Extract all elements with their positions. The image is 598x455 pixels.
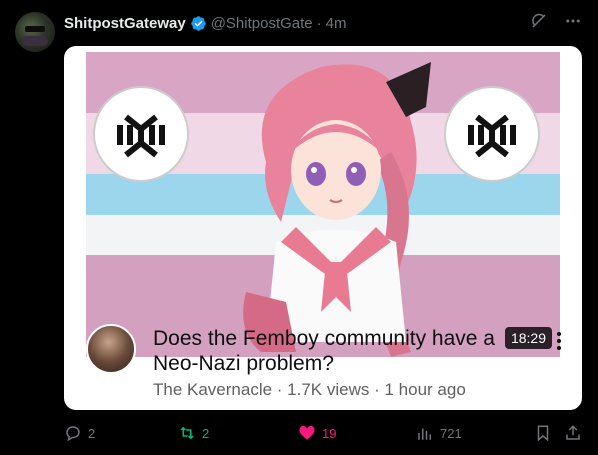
separator-dot: · [316, 14, 322, 32]
views-count: 721 [440, 425, 462, 441]
video-meta: The Kavernacle · 1.7K views · 1 hour ago [153, 380, 466, 399]
like-button[interactable]: 19 [298, 424, 336, 442]
author-avatar[interactable] [15, 12, 55, 52]
bookmark-icon [537, 425, 549, 442]
anime-character-illustration [243, 62, 431, 357]
reply-button[interactable]: 2 [64, 424, 95, 442]
more-icon[interactable] [564, 12, 582, 30]
reply-count: 2 [88, 425, 96, 441]
video-thumbnail[interactable]: 18:29 [86, 52, 560, 357]
like-count: 19 [322, 425, 337, 441]
kebab-icon[interactable] [556, 332, 562, 350]
video-title[interactable]: Does the Femboy community have a Neo-Naz… [153, 326, 533, 376]
views-icon [418, 428, 431, 440]
post-top-actions [530, 12, 582, 30]
post-time[interactable]: 4m [326, 15, 347, 32]
repost-button[interactable]: 2 [178, 424, 209, 442]
author-handle[interactable]: @ShitpostGate [211, 15, 313, 32]
post-actions-bar: 2 2 19 721 [64, 424, 584, 444]
like-icon [299, 425, 315, 440]
kekistan-logo-icon [444, 86, 540, 182]
channel-avatar[interactable] [86, 324, 136, 374]
repost-count: 2 [202, 425, 210, 441]
verified-badge-icon [190, 15, 206, 31]
bookmark-button[interactable] [534, 424, 552, 442]
repost-icon [180, 426, 194, 440]
post-header: ShitpostGateway @ShitpostGate · 4m [64, 12, 347, 34]
views-button[interactable]: 721 [416, 424, 462, 442]
reply-icon [66, 426, 80, 442]
share-icon [566, 425, 580, 440]
grok-icon[interactable] [530, 12, 548, 30]
video-link-card[interactable]: 18:29 Does the Femboy community have a N… [64, 46, 582, 410]
author-display-name[interactable]: ShitpostGateway [64, 15, 186, 32]
kekistan-logo-icon [93, 86, 189, 182]
share-button[interactable] [564, 424, 582, 442]
